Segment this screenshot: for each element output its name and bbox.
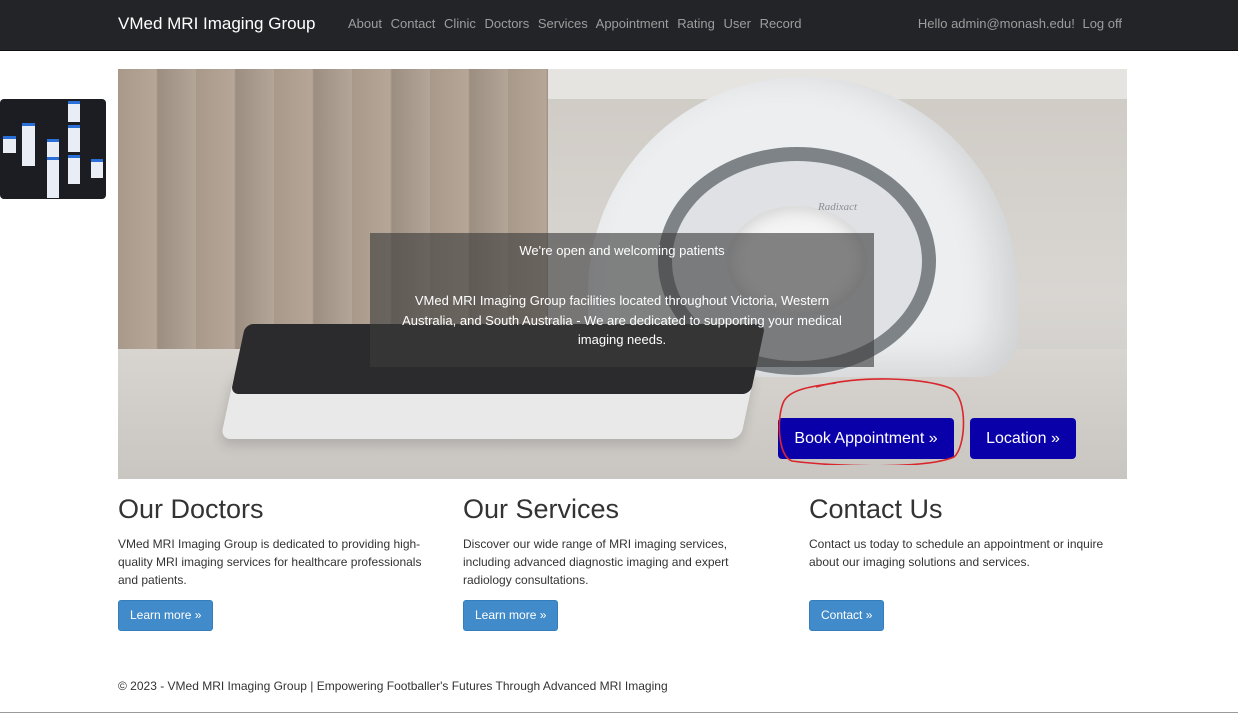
nav-user-area: Hello admin@monash.edu! Log off: [914, 16, 1122, 31]
footer-divider: [0, 712, 1238, 713]
services-text: Discover our wide range of MRI imaging s…: [463, 537, 729, 587]
nav-contact[interactable]: Contact: [391, 16, 436, 31]
nav-about[interactable]: About: [348, 16, 382, 31]
contact-heading: Contact Us: [809, 494, 943, 524]
doctors-section: Our Doctors VMed MRI Imaging Group is de…: [118, 494, 428, 589]
scanner-brand-label: Radixact: [818, 201, 858, 213]
window-thumbnail-preview[interactable]: [0, 99, 106, 199]
nav-links: About Contact Clinic Doctors Services Ap…: [348, 16, 806, 31]
logoff-link[interactable]: Log off: [1082, 16, 1122, 31]
contact-button[interactable]: Contact »: [809, 600, 885, 631]
user-greeting-link[interactable]: Hello admin@monash.edu!: [918, 16, 1075, 31]
nav-record[interactable]: Record: [760, 16, 802, 31]
doctors-learn-more-button[interactable]: Learn more »: [118, 600, 214, 631]
services-section: Our Services Discover our wide range of …: [463, 494, 773, 589]
services-heading: Our Services: [463, 494, 620, 524]
footer-text: © 2023 - VMed MRI Imaging Group | Empowe…: [118, 679, 668, 693]
doctors-text: VMed MRI Imaging Group is dedicated to p…: [118, 537, 422, 587]
navbar: VMed MRI Imaging Group About Contact Cli…: [0, 0, 1238, 51]
contact-section: Contact Us Contact us today to schedule …: [809, 494, 1127, 571]
annotation-circle: [778, 378, 965, 465]
carousel-caption: We're open and welcoming patients VMed M…: [370, 233, 874, 367]
nav-appointment[interactable]: Appointment: [596, 16, 669, 31]
nav-services[interactable]: Services: [538, 16, 588, 31]
nav-user[interactable]: User: [723, 16, 750, 31]
hero-carousel: Radixact We're open and welcoming patien…: [118, 69, 1127, 479]
nav-clinic[interactable]: Clinic: [444, 16, 476, 31]
nav-rating[interactable]: Rating: [677, 16, 715, 31]
doctors-heading: Our Doctors: [118, 494, 264, 524]
caption-title: We're open and welcoming patients: [519, 243, 725, 258]
nav-doctors[interactable]: Doctors: [484, 16, 529, 31]
caption-text: VMed MRI Imaging Group facilities locate…: [402, 293, 842, 347]
services-learn-more-button[interactable]: Learn more »: [463, 600, 559, 631]
brand-link[interactable]: VMed MRI Imaging Group: [118, 14, 315, 34]
location-button[interactable]: Location »: [970, 418, 1076, 459]
contact-text: Contact us today to schedule an appointm…: [809, 537, 1104, 569]
